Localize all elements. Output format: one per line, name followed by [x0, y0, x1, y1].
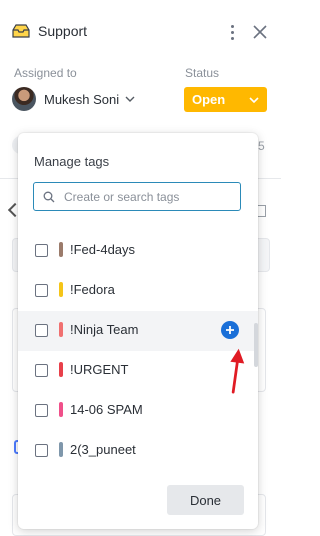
avatar — [12, 87, 36, 111]
status-value: Open — [192, 92, 226, 107]
tag-row[interactable]: 2(3_puneet — [18, 431, 258, 471]
inbox-icon — [12, 24, 30, 38]
tag-name: !Ninja Team — [70, 322, 139, 337]
more-options-icon[interactable] — [226, 24, 240, 42]
tag-name: !Fed-4days — [70, 242, 136, 257]
tag-color-swatch — [59, 362, 63, 377]
tag-name: !URGENT — [70, 362, 129, 377]
tag-row[interactable]: !Ninja Team — [18, 311, 258, 351]
close-icon[interactable] — [252, 24, 268, 40]
tag-row[interactable]: !Fed-4days — [18, 231, 258, 271]
tag-color-swatch — [59, 322, 63, 337]
popup-title: Manage tags — [34, 154, 110, 169]
status-label: Status — [185, 66, 220, 80]
tag-color-swatch — [59, 242, 63, 257]
add-tag-button[interactable] — [221, 321, 239, 339]
manage-tags-popup: Manage tags !Fed-4days !Fedora !Ninja Te… — [18, 133, 258, 529]
panel-title: Support — [38, 23, 88, 39]
tag-color-swatch — [59, 402, 63, 417]
chevron-down-icon — [125, 96, 135, 102]
status-dropdown[interactable]: Open — [184, 87, 267, 112]
tag-checkbox[interactable] — [35, 244, 48, 257]
scrollbar[interactable] — [254, 323, 258, 367]
search-icon — [43, 191, 55, 203]
tag-checkbox[interactable] — [35, 364, 48, 377]
plus-icon — [226, 326, 234, 334]
tag-row[interactable]: !Fedora — [18, 271, 258, 311]
tag-checkbox[interactable] — [35, 404, 48, 417]
background-count: 5 — [258, 139, 265, 153]
tag-checkbox[interactable] — [35, 284, 48, 297]
tag-checkbox[interactable] — [35, 324, 48, 337]
panel-header: Support — [0, 0, 281, 60]
tag-search-input[interactable] — [64, 188, 234, 206]
chevron-down-icon — [249, 97, 259, 104]
done-button[interactable]: Done — [167, 485, 244, 515]
assigned-to-label: Assigned to — [14, 66, 77, 80]
tag-name: !Fedora — [70, 282, 115, 297]
tag-name: 2(3_puneet — [70, 442, 136, 457]
tag-color-swatch — [59, 442, 63, 457]
assignee-name: Mukesh Soni — [44, 91, 120, 107]
assignee-selector[interactable]: Mukesh Soni — [12, 86, 135, 112]
tag-checkbox[interactable] — [35, 444, 48, 457]
tag-name: 14-06 SPAM — [70, 402, 143, 417]
tag-row[interactable]: 14-06 SPAM — [18, 391, 258, 431]
tag-search-box[interactable] — [33, 182, 241, 211]
tag-color-swatch — [59, 282, 63, 297]
annotation-arrow-icon — [230, 348, 245, 394]
